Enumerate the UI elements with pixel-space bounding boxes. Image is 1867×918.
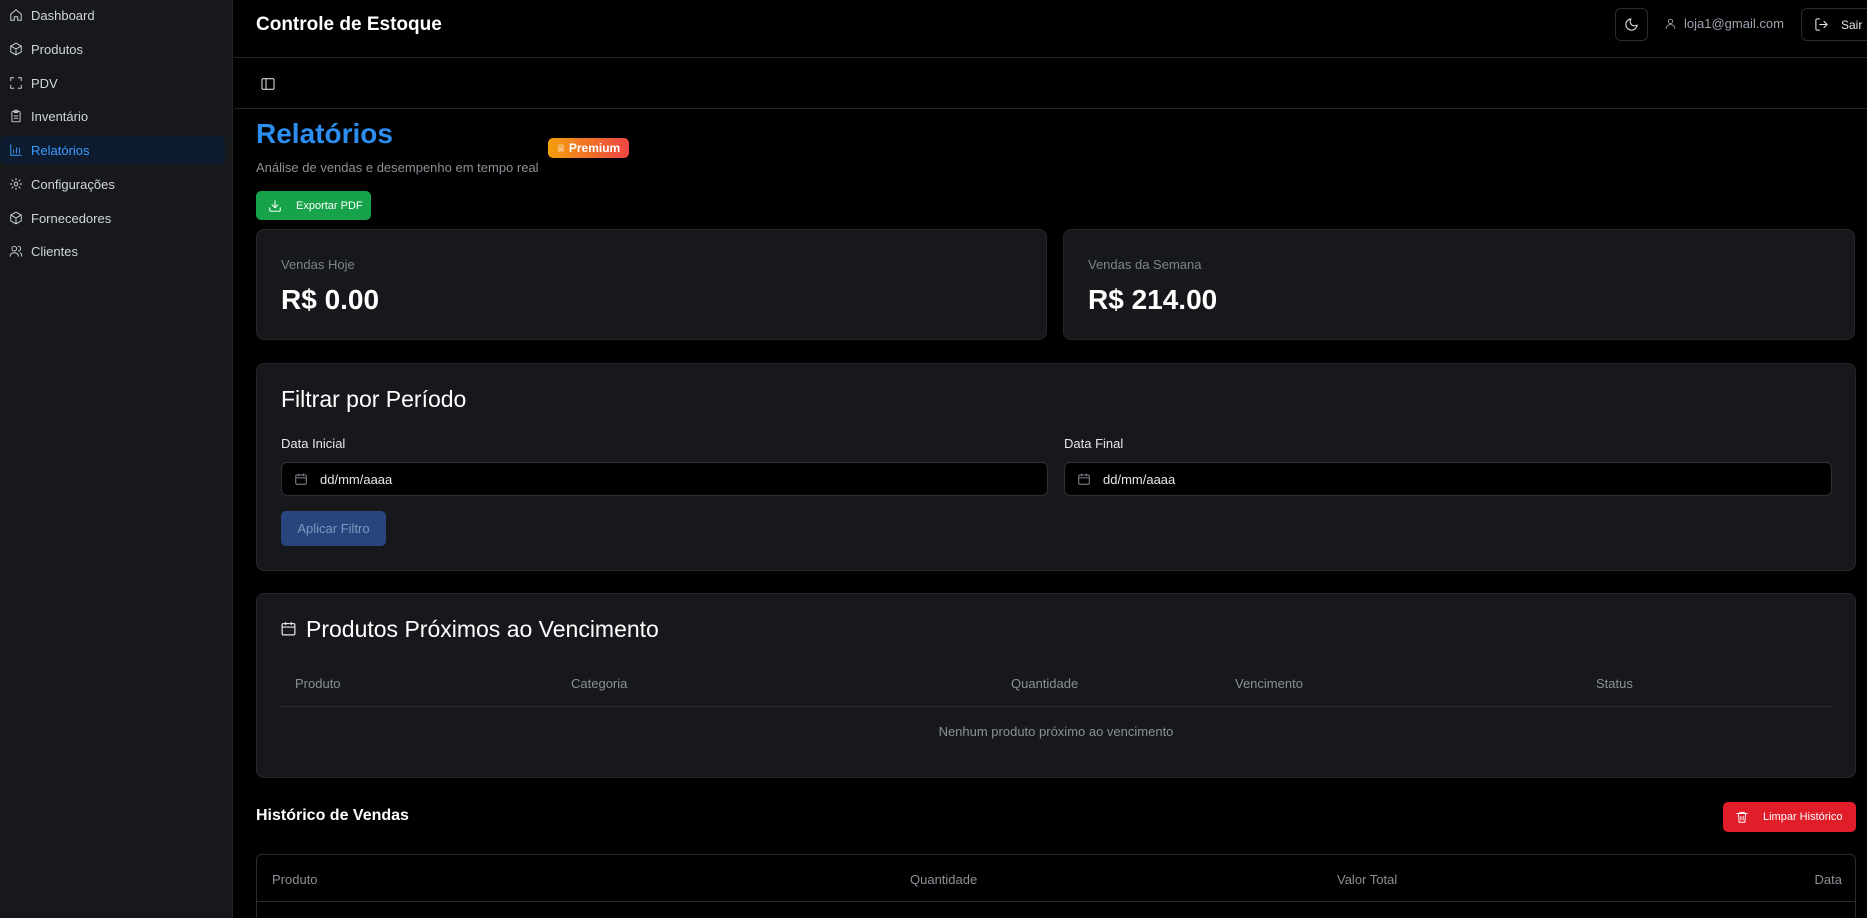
table-divider — [281, 706, 1831, 707]
stat-label: Vendas Hoje — [281, 257, 355, 272]
sidebar-item-pdv[interactable]: PDV — [0, 69, 225, 97]
end-date-label: Data Final — [1064, 436, 1124, 451]
logout-button[interactable]: Sair — [1801, 8, 1867, 41]
logout-icon — [1815, 18, 1828, 31]
column-header: Produto — [295, 676, 341, 691]
sidebar-item-clientes[interactable]: Clientes — [0, 237, 225, 265]
column-header: Produto — [272, 872, 318, 887]
logout-label: Sair — [1841, 17, 1863, 32]
stat-value: R$ 214.00 — [1088, 284, 1218, 315]
moon-icon — [1625, 18, 1638, 31]
column-header: Quantidade — [910, 872, 978, 887]
sidebar-item-label: Produtos — [31, 41, 84, 57]
clipboard-icon — [9, 109, 23, 123]
column-header: Status — [1596, 676, 1633, 691]
expiring-title: Produtos Próximos ao Vencimento — [306, 616, 659, 642]
export-pdf-button[interactable]: Exportar PDF — [256, 191, 371, 220]
sales-history-table: Produto Quantidade Valor Total Data — [256, 854, 1856, 918]
gear-icon — [9, 177, 23, 191]
user-info: loja1@gmail.com — [1664, 16, 1784, 31]
clear-history-label: Limpar Histórico — [1763, 811, 1843, 823]
package-icon — [9, 211, 23, 225]
export-pdf-label: Exportar PDF — [296, 199, 363, 212]
sidebar: Dashboard Produtos PDV Inventário Relató… — [0, 0, 233, 918]
sidebar-panel-icon — [261, 78, 275, 90]
expiring-products-card: Produtos Próximos ao Vencimento Produto … — [256, 593, 1856, 778]
download-icon — [269, 199, 281, 212]
end-date-placeholder: dd/mm/aaaa — [1103, 471, 1176, 487]
sidebar-item-label: PDV — [31, 75, 58, 91]
sidebar-toggle-button[interactable] — [260, 76, 276, 92]
scan-icon — [9, 76, 23, 90]
sidebar-item-label: Relatórios — [31, 142, 90, 158]
sidebar-item-produtos[interactable]: Produtos — [0, 35, 225, 63]
stat-label: Vendas da Semana — [1088, 257, 1202, 272]
package-icon — [9, 42, 23, 56]
sidebar-item-label: Fornecedores — [31, 210, 112, 226]
stat-card-week: Vendas da Semana R$ 214.00 — [1063, 229, 1855, 340]
sidebar-item-label: Clientes — [31, 243, 78, 259]
crown-icon: ♕ — [556, 142, 566, 155]
column-header: Data — [1814, 872, 1842, 887]
sidebar-item-inventario[interactable]: Inventário — [0, 102, 225, 130]
calendar-icon — [295, 473, 307, 485]
page-title: Relatórios — [256, 118, 393, 149]
apply-filter-button[interactable]: Aplicar Filtro — [281, 511, 386, 546]
bar-chart-icon — [9, 143, 23, 157]
clear-history-button[interactable]: Limpar Histórico — [1723, 802, 1856, 832]
premium-badge-label: Premium — [568, 141, 621, 155]
user-icon — [1665, 18, 1676, 29]
start-date-label: Data Inicial — [281, 436, 346, 451]
home-icon — [9, 8, 23, 22]
premium-badge: ♕ Premium — [548, 138, 630, 158]
sidebar-item-relatorios[interactable]: Relatórios — [0, 136, 225, 164]
calendar-icon — [1078, 473, 1090, 485]
end-date-input[interactable]: dd/mm/aaaa — [1064, 462, 1832, 496]
page-subtitle: Análise de vendas e desempenho em tempo … — [256, 160, 539, 175]
sidebar-item-label: Dashboard — [31, 7, 95, 23]
column-header: Vencimento — [1235, 676, 1303, 691]
filter-card: Filtrar por Período Data Inicial dd/mm/a… — [256, 363, 1856, 571]
sales-history-title: Histórico de Vendas — [256, 807, 409, 824]
column-header: Quantidade — [1011, 676, 1079, 691]
column-header: Valor Total — [1337, 872, 1398, 887]
sidebar-item-label: Configurações — [31, 176, 115, 192]
filter-title: Filtrar por Período — [281, 386, 467, 412]
calendar-icon — [281, 622, 296, 636]
sidebar-item-dashboard[interactable]: Dashboard — [0, 1, 225, 29]
app-title: Controle de Estoque — [256, 14, 442, 35]
start-date-placeholder: dd/mm/aaaa — [320, 471, 393, 487]
sidebar-item-configuracoes[interactable]: Configurações — [0, 170, 225, 198]
start-date-input[interactable]: dd/mm/aaaa — [281, 462, 1048, 496]
sidebar-item-fornecedores[interactable]: Fornecedores — [0, 204, 225, 232]
sidebar-item-label: Inventário — [31, 108, 89, 124]
stat-value: R$ 0.00 — [281, 284, 380, 315]
trash-icon — [1736, 811, 1748, 823]
table-divider — [257, 901, 1855, 902]
sub-toolbar — [234, 59, 1867, 109]
stat-card-today: Vendas Hoje R$ 0.00 — [256, 229, 1047, 340]
theme-toggle-button[interactable] — [1615, 8, 1648, 41]
users-icon — [9, 244, 23, 258]
column-header: Categoria — [571, 676, 628, 691]
top-header: Controle de Estoque loja1@gmail.com Sair — [234, 0, 1867, 58]
empty-state-message: Nenhum produto próximo ao vencimento — [938, 724, 1174, 739]
user-email: loja1@gmail.com — [1684, 16, 1784, 31]
